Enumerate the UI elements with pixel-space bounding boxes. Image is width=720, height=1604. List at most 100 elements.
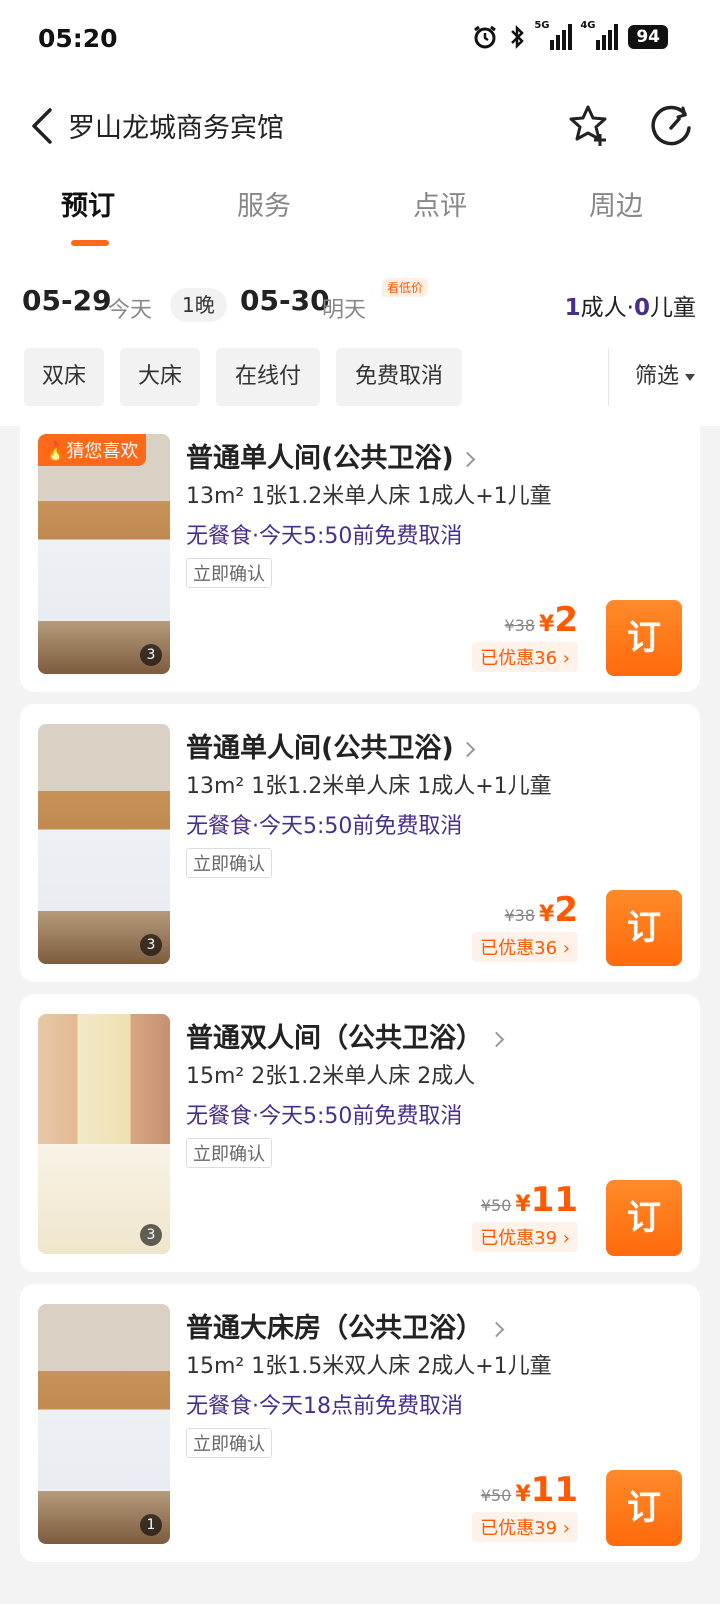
discount-badge[interactable]: 已优惠39 › — [472, 1222, 578, 1252]
instant-confirm-badge: 立即确认 — [186, 848, 272, 878]
room-photo[interactable]: 🔥猜您喜欢 3 — [38, 434, 170, 674]
current-price: 11 — [530, 1180, 578, 1220]
book-button[interactable]: 订 — [606, 1470, 682, 1546]
photo-count: 3 — [140, 934, 162, 956]
discount-badge[interactable]: 已优惠39 › — [472, 1512, 578, 1542]
book-button[interactable]: 订 — [606, 1180, 682, 1256]
room-info: 15m² 1张1.5米双人床 2成人+1儿童 — [186, 1354, 552, 1379]
price-block: ¥38 ¥2 — [504, 890, 578, 930]
filter-chip-free-cancel[interactable]: 免费取消 — [336, 348, 462, 406]
guest-selector[interactable]: 1成人·0儿童 — [565, 288, 696, 322]
hotel-title: 罗山龙城商务宾馆 — [68, 113, 284, 144]
chevron-right-icon: › — [562, 938, 570, 959]
network-4g-label: 4G — [580, 20, 596, 31]
adults-label: 成人 — [580, 295, 627, 321]
current-price: 11 — [530, 1470, 578, 1510]
room-info: 13m² 1张1.2米单人床 1成人+1儿童 — [186, 774, 552, 799]
adults-count: 1 — [564, 295, 581, 321]
discount-text: 已优惠39 — [480, 1228, 558, 1249]
tab-nearby[interactable]: 周边 — [556, 184, 676, 223]
chevron-right-icon — [459, 741, 475, 758]
low-price-tag[interactable]: 看低价 — [382, 278, 429, 297]
discount-text: 已优惠39 — [480, 1518, 558, 1539]
price-block: ¥50 ¥11 — [481, 1180, 578, 1220]
filter-chip-twin[interactable]: 双床 — [24, 348, 104, 406]
alarm-icon — [474, 25, 497, 49]
room-name[interactable]: 普通单人间(公共卫浴) — [186, 726, 475, 765]
room-card[interactable]: 3 普通双人间（公共卫浴） 15m² 2张1.2米单人床 2成人 无餐食·今天5… — [20, 994, 700, 1272]
date-selector[interactable]: 05-29 今天 1晚 05-30 明天 看低价 1成人·0儿童 — [0, 278, 720, 330]
room-name-text: 普通单人间(公共卫浴) — [186, 733, 454, 764]
filter-chip-double[interactable]: 大床 — [120, 348, 200, 406]
tab-service[interactable]: 服务 — [204, 184, 324, 223]
discount-badge[interactable]: 已优惠36 › — [472, 642, 578, 672]
price-block: ¥50 ¥11 — [481, 1470, 578, 1510]
room-name[interactable]: 普通双人间（公共卫浴） — [186, 1016, 505, 1055]
battery-indicator: 94 — [628, 25, 668, 49]
network-5g-label: 5G — [534, 20, 550, 31]
currency-symbol: ¥ — [539, 612, 555, 637]
filter-button[interactable]: 筛选 — [608, 348, 720, 406]
discount-badge[interactable]: 已优惠36 › — [472, 932, 578, 962]
room-name-text: 普通双人间（公共卫浴） — [186, 1023, 483, 1054]
current-price: 2 — [554, 600, 578, 640]
photo-count: 3 — [140, 1224, 162, 1246]
room-policy: 无餐食·今天5:50前免费取消 — [186, 814, 463, 839]
book-button[interactable]: 订 — [606, 600, 682, 676]
tab-reviews[interactable]: 点评 — [380, 184, 500, 223]
chevron-right-icon — [488, 1031, 505, 1048]
room-photo[interactable]: 1 — [38, 1304, 170, 1544]
room-name-text: 普通大床房（公共卫浴） — [186, 1313, 483, 1344]
share-refresh-icon[interactable] — [648, 102, 694, 148]
chevron-right-icon — [459, 451, 475, 468]
checkin-date[interactable]: 05-29 — [22, 284, 112, 317]
room-name[interactable]: 普通单人间(公共卫浴) — [186, 436, 475, 475]
currency-symbol: ¥ — [515, 1192, 531, 1217]
flame-icon: 🔥 — [44, 441, 67, 462]
dropdown-triangle-icon — [685, 373, 696, 381]
room-photo[interactable]: 3 — [38, 1014, 170, 1254]
status-icons: 5G 4G 94 — [472, 20, 668, 50]
favorite-star-icon[interactable] — [566, 102, 614, 150]
checkout-date[interactable]: 05-30 — [240, 284, 330, 317]
photo-count: 3 — [140, 644, 162, 666]
tab-active-indicator — [71, 240, 109, 246]
chevron-right-icon: › — [562, 1518, 570, 1539]
original-price: ¥38 — [504, 616, 536, 635]
current-price: 2 — [554, 890, 578, 930]
room-name[interactable]: 普通大床房（公共卫浴） — [186, 1306, 505, 1345]
book-button[interactable]: 订 — [606, 890, 682, 966]
guest-separator: · — [626, 295, 634, 321]
status-bar: 05:20 5G 4G 94 — [0, 0, 720, 80]
status-time: 05:20 — [38, 24, 118, 53]
checkout-day: 明天 — [322, 298, 367, 323]
bluetooth-icon — [511, 24, 525, 50]
children-label: 儿童 — [650, 295, 696, 321]
room-card[interactable]: 1 普通大床房（公共卫浴） 15m² 1张1.5米双人床 2成人+1儿童 无餐食… — [20, 1284, 700, 1562]
original-price: ¥50 — [480, 1486, 512, 1505]
nav-bar: 罗山龙城商务宾馆 — [0, 90, 720, 160]
room-name-text: 普通单人间(公共卫浴) — [186, 443, 454, 474]
nights-count: 1晚 — [170, 288, 227, 322]
tab-booking[interactable]: 预订 — [28, 184, 148, 223]
recommend-badge: 🔥猜您喜欢 — [38, 434, 147, 466]
filter-label: 筛选 — [635, 364, 680, 389]
discount-text: 已优惠36 — [480, 938, 558, 959]
room-card[interactable]: 🔥猜您喜欢 3 普通单人间(公共卫浴) 13m² 1张1.2米单人床 1成人+1… — [20, 414, 700, 692]
original-price: ¥50 — [480, 1196, 512, 1215]
photo-count: 1 — [140, 1514, 162, 1536]
instant-confirm-badge: 立即确认 — [186, 558, 272, 588]
room-card[interactable]: 3 普通单人间(公共卫浴) 13m² 1张1.2米单人床 1成人+1儿童 无餐食… — [20, 704, 700, 982]
header-panel: 05:20 5G 4G 94 罗山龙城商务宾馆 预订 服务 点评 周边 05-2… — [0, 0, 720, 426]
signal-5g-icon: 5G — [534, 20, 573, 50]
filter-chip-online-pay[interactable]: 在线付 — [216, 348, 320, 406]
room-info: 15m² 2张1.2米单人床 2成人 — [186, 1064, 476, 1089]
room-policy: 无餐食·今天18点前免费取消 — [186, 1394, 463, 1419]
price-block: ¥38 ¥2 — [504, 600, 578, 640]
currency-symbol: ¥ — [539, 902, 555, 927]
children-count: 0 — [633, 295, 650, 321]
instant-confirm-badge: 立即确认 — [186, 1138, 272, 1168]
original-price: ¥38 — [504, 906, 536, 925]
room-photo[interactable]: 3 — [38, 724, 170, 964]
back-arrow-icon[interactable] — [28, 104, 58, 148]
